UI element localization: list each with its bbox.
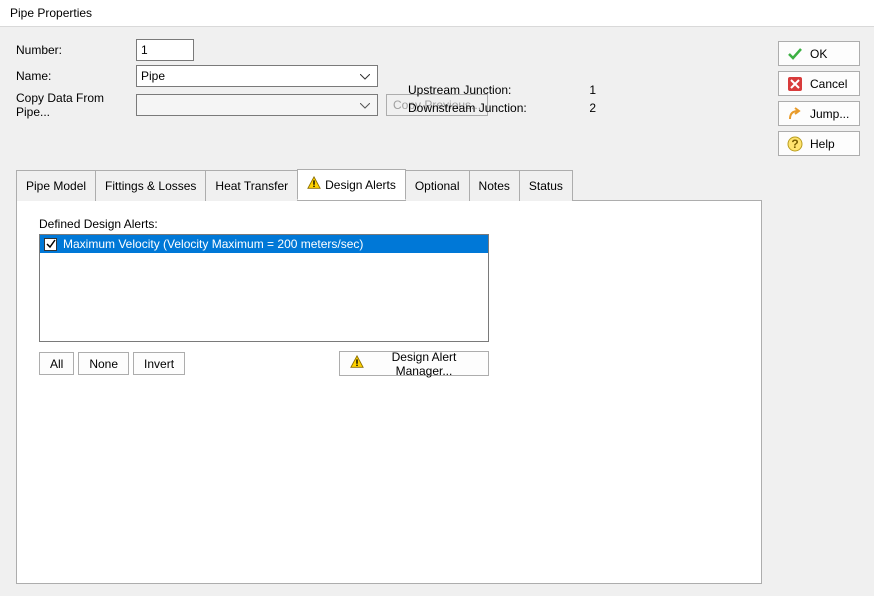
tab-notes[interactable]: Notes [469,170,520,201]
name-combo-text: Pipe [141,69,356,83]
jump-label: Jump... [810,107,849,121]
tab-status[interactable]: Status [519,170,573,201]
select-invert-button[interactable]: Invert [133,352,185,375]
chevron-down-icon [356,98,373,112]
tabstrip: Pipe Model Fittings & Losses Heat Transf… [16,169,762,200]
svg-text:?: ? [791,137,798,151]
select-all-button[interactable]: All [39,352,74,375]
chevron-down-icon [356,69,373,83]
check-icon [787,46,803,62]
downstream-junction-label: Downstream Junction: [408,101,572,115]
tab-fittings-losses[interactable]: Fittings & Losses [95,170,206,201]
help-button[interactable]: ? Help [778,131,860,156]
tab-design-alerts-label: Design Alerts [325,178,396,192]
help-icon: ? [787,136,803,152]
upstream-junction-value: 1 [572,83,596,97]
help-label: Help [810,137,835,151]
arrow-icon [787,106,803,122]
warning-icon [307,176,321,193]
tab-pipe-model[interactable]: Pipe Model [16,170,96,201]
defined-alerts-label: Defined Design Alerts: [39,217,739,231]
close-icon [787,76,803,92]
cancel-label: Cancel [810,77,847,91]
list-item[interactable]: Maximum Velocity (Velocity Maximum = 200… [40,235,488,253]
downstream-junction-value: 2 [572,101,596,115]
design-alerts-panel: Defined Design Alerts: Maximum Velocity … [16,200,762,584]
copy-data-combo[interactable] [136,94,378,116]
jump-button[interactable]: Jump... [778,101,860,126]
ok-button[interactable]: OK [778,41,860,66]
design-alert-manager-label: Design Alert Manager... [370,350,478,378]
tab-design-alerts[interactable]: Design Alerts [297,169,406,200]
warning-icon [350,355,364,372]
design-alert-manager-button[interactable]: Design Alert Manager... [339,351,489,376]
tab-heat-transfer[interactable]: Heat Transfer [205,170,298,201]
ok-label: OK [810,47,827,61]
defined-alerts-list[interactable]: Maximum Velocity (Velocity Maximum = 200… [39,234,489,342]
copy-data-label: Copy Data From Pipe... [16,91,136,119]
tab-optional[interactable]: Optional [405,170,470,201]
select-none-button[interactable]: None [78,352,129,375]
cancel-button[interactable]: Cancel [778,71,860,96]
number-input[interactable] [136,39,194,61]
number-label: Number: [16,43,136,57]
window-title: Pipe Properties [0,0,874,27]
alert-checkbox[interactable] [44,238,57,251]
name-label: Name: [16,69,136,83]
alert-item-label: Maximum Velocity (Velocity Maximum = 200… [63,237,484,251]
upstream-junction-label: Upstream Junction: [408,83,572,97]
name-combo[interactable]: Pipe [136,65,378,87]
